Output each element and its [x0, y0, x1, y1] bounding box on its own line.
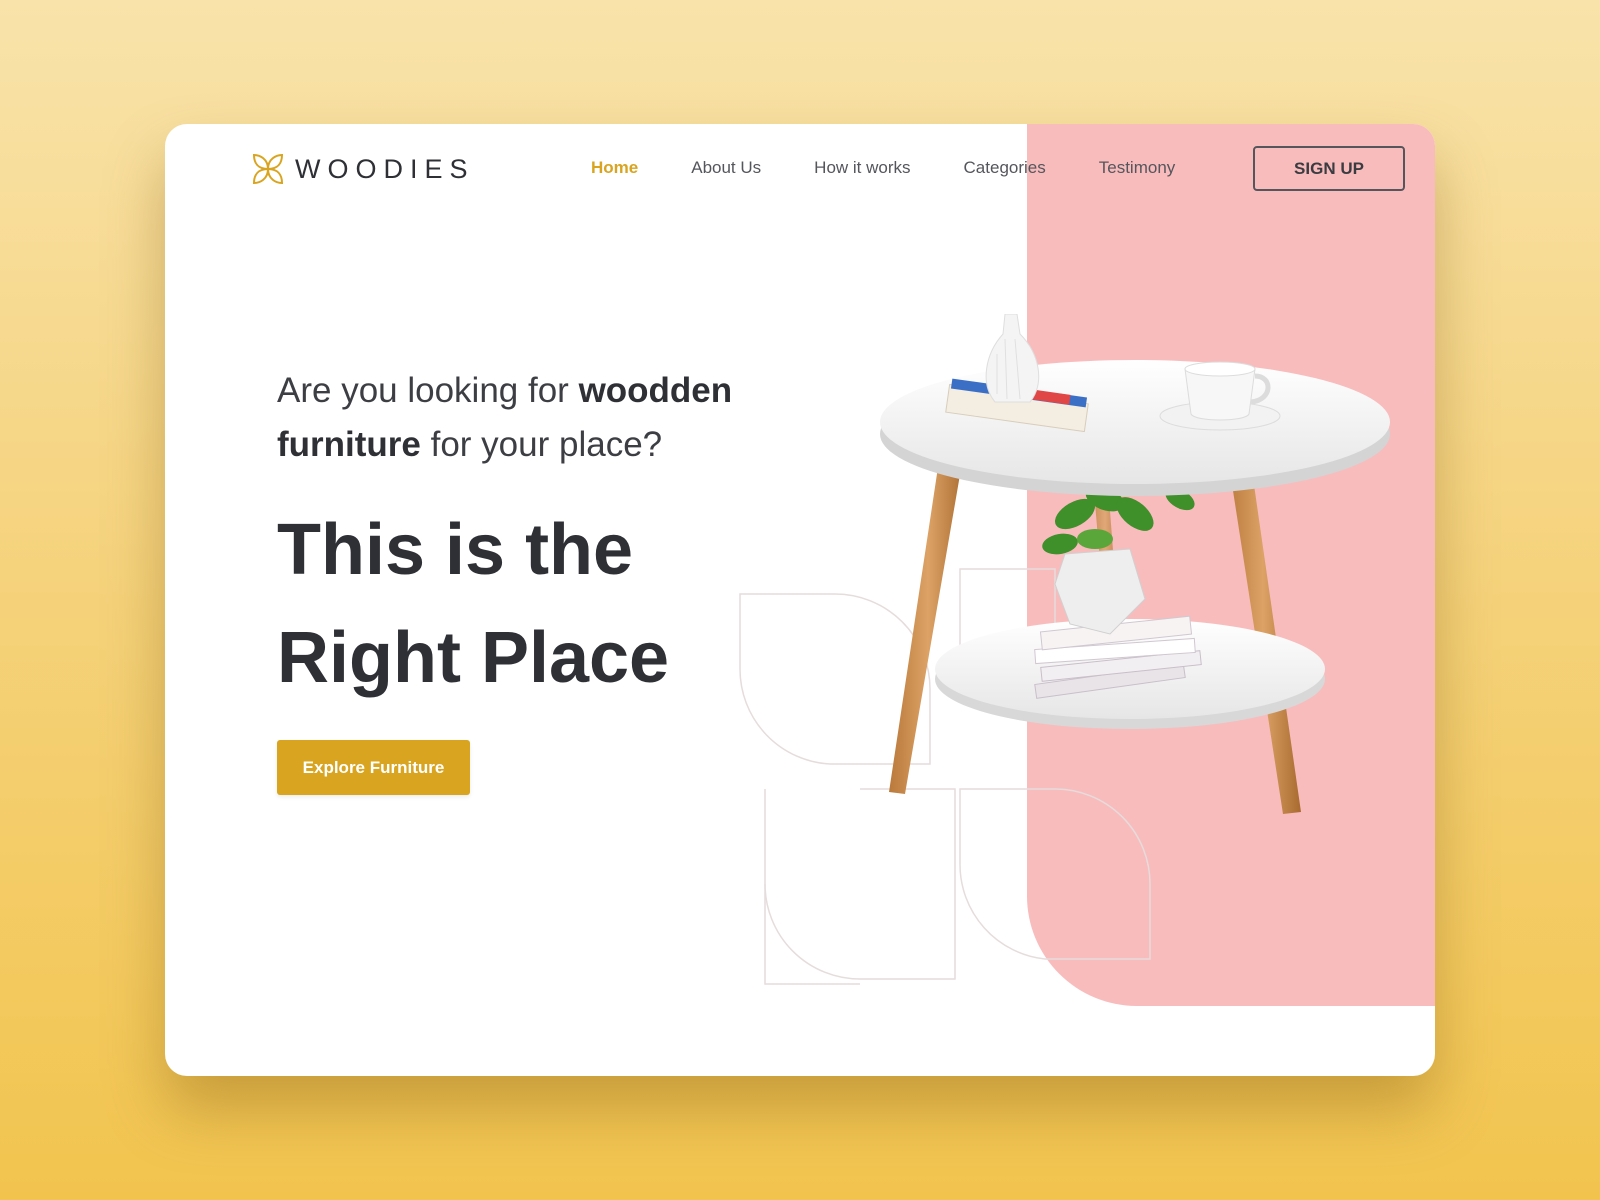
question-bold-woodden: woodden: [578, 371, 733, 410]
table-leg-right: [1225, 436, 1301, 814]
headline-line-1: This is the: [277, 510, 634, 590]
question-text-end: for your place?: [420, 425, 663, 464]
headline-line-2: Right Place: [277, 618, 670, 698]
nav-item-home[interactable]: Home: [591, 156, 638, 180]
hero-section: Are you looking for woodden furniture for…: [277, 364, 837, 795]
nav-item-about-us[interactable]: About Us: [691, 156, 761, 180]
landing-page-card: WOODIES Home About Us How it works Categ…: [165, 124, 1435, 1076]
hero-question: Are you looking for woodden furniture for…: [277, 364, 837, 472]
nav-item-categories[interactable]: Categories: [964, 156, 1046, 180]
main-nav: Home About Us How it works Categories Te…: [591, 156, 1228, 180]
hero-headline: This is the Right Place: [277, 496, 837, 712]
cup: [1184, 368, 1256, 421]
side-table-image: [880, 314, 1390, 814]
explore-furniture-button[interactable]: Explore Furniture: [277, 740, 470, 795]
question-text-start: Are you looking for: [277, 371, 579, 410]
brand-name: WOODIES: [295, 153, 475, 184]
table-leg-left: [889, 434, 967, 794]
question-bold-furniture: furniture: [277, 425, 421, 464]
sign-up-button[interactable]: SIGN UP: [1253, 146, 1405, 191]
nav-item-testimony[interactable]: Testimony: [1099, 156, 1176, 180]
vase: [985, 314, 1040, 403]
nav-item-how-it-works[interactable]: How it works: [814, 156, 910, 180]
flower-logo-icon: [252, 153, 284, 185]
brand-logo[interactable]: WOODIES: [251, 152, 475, 186]
